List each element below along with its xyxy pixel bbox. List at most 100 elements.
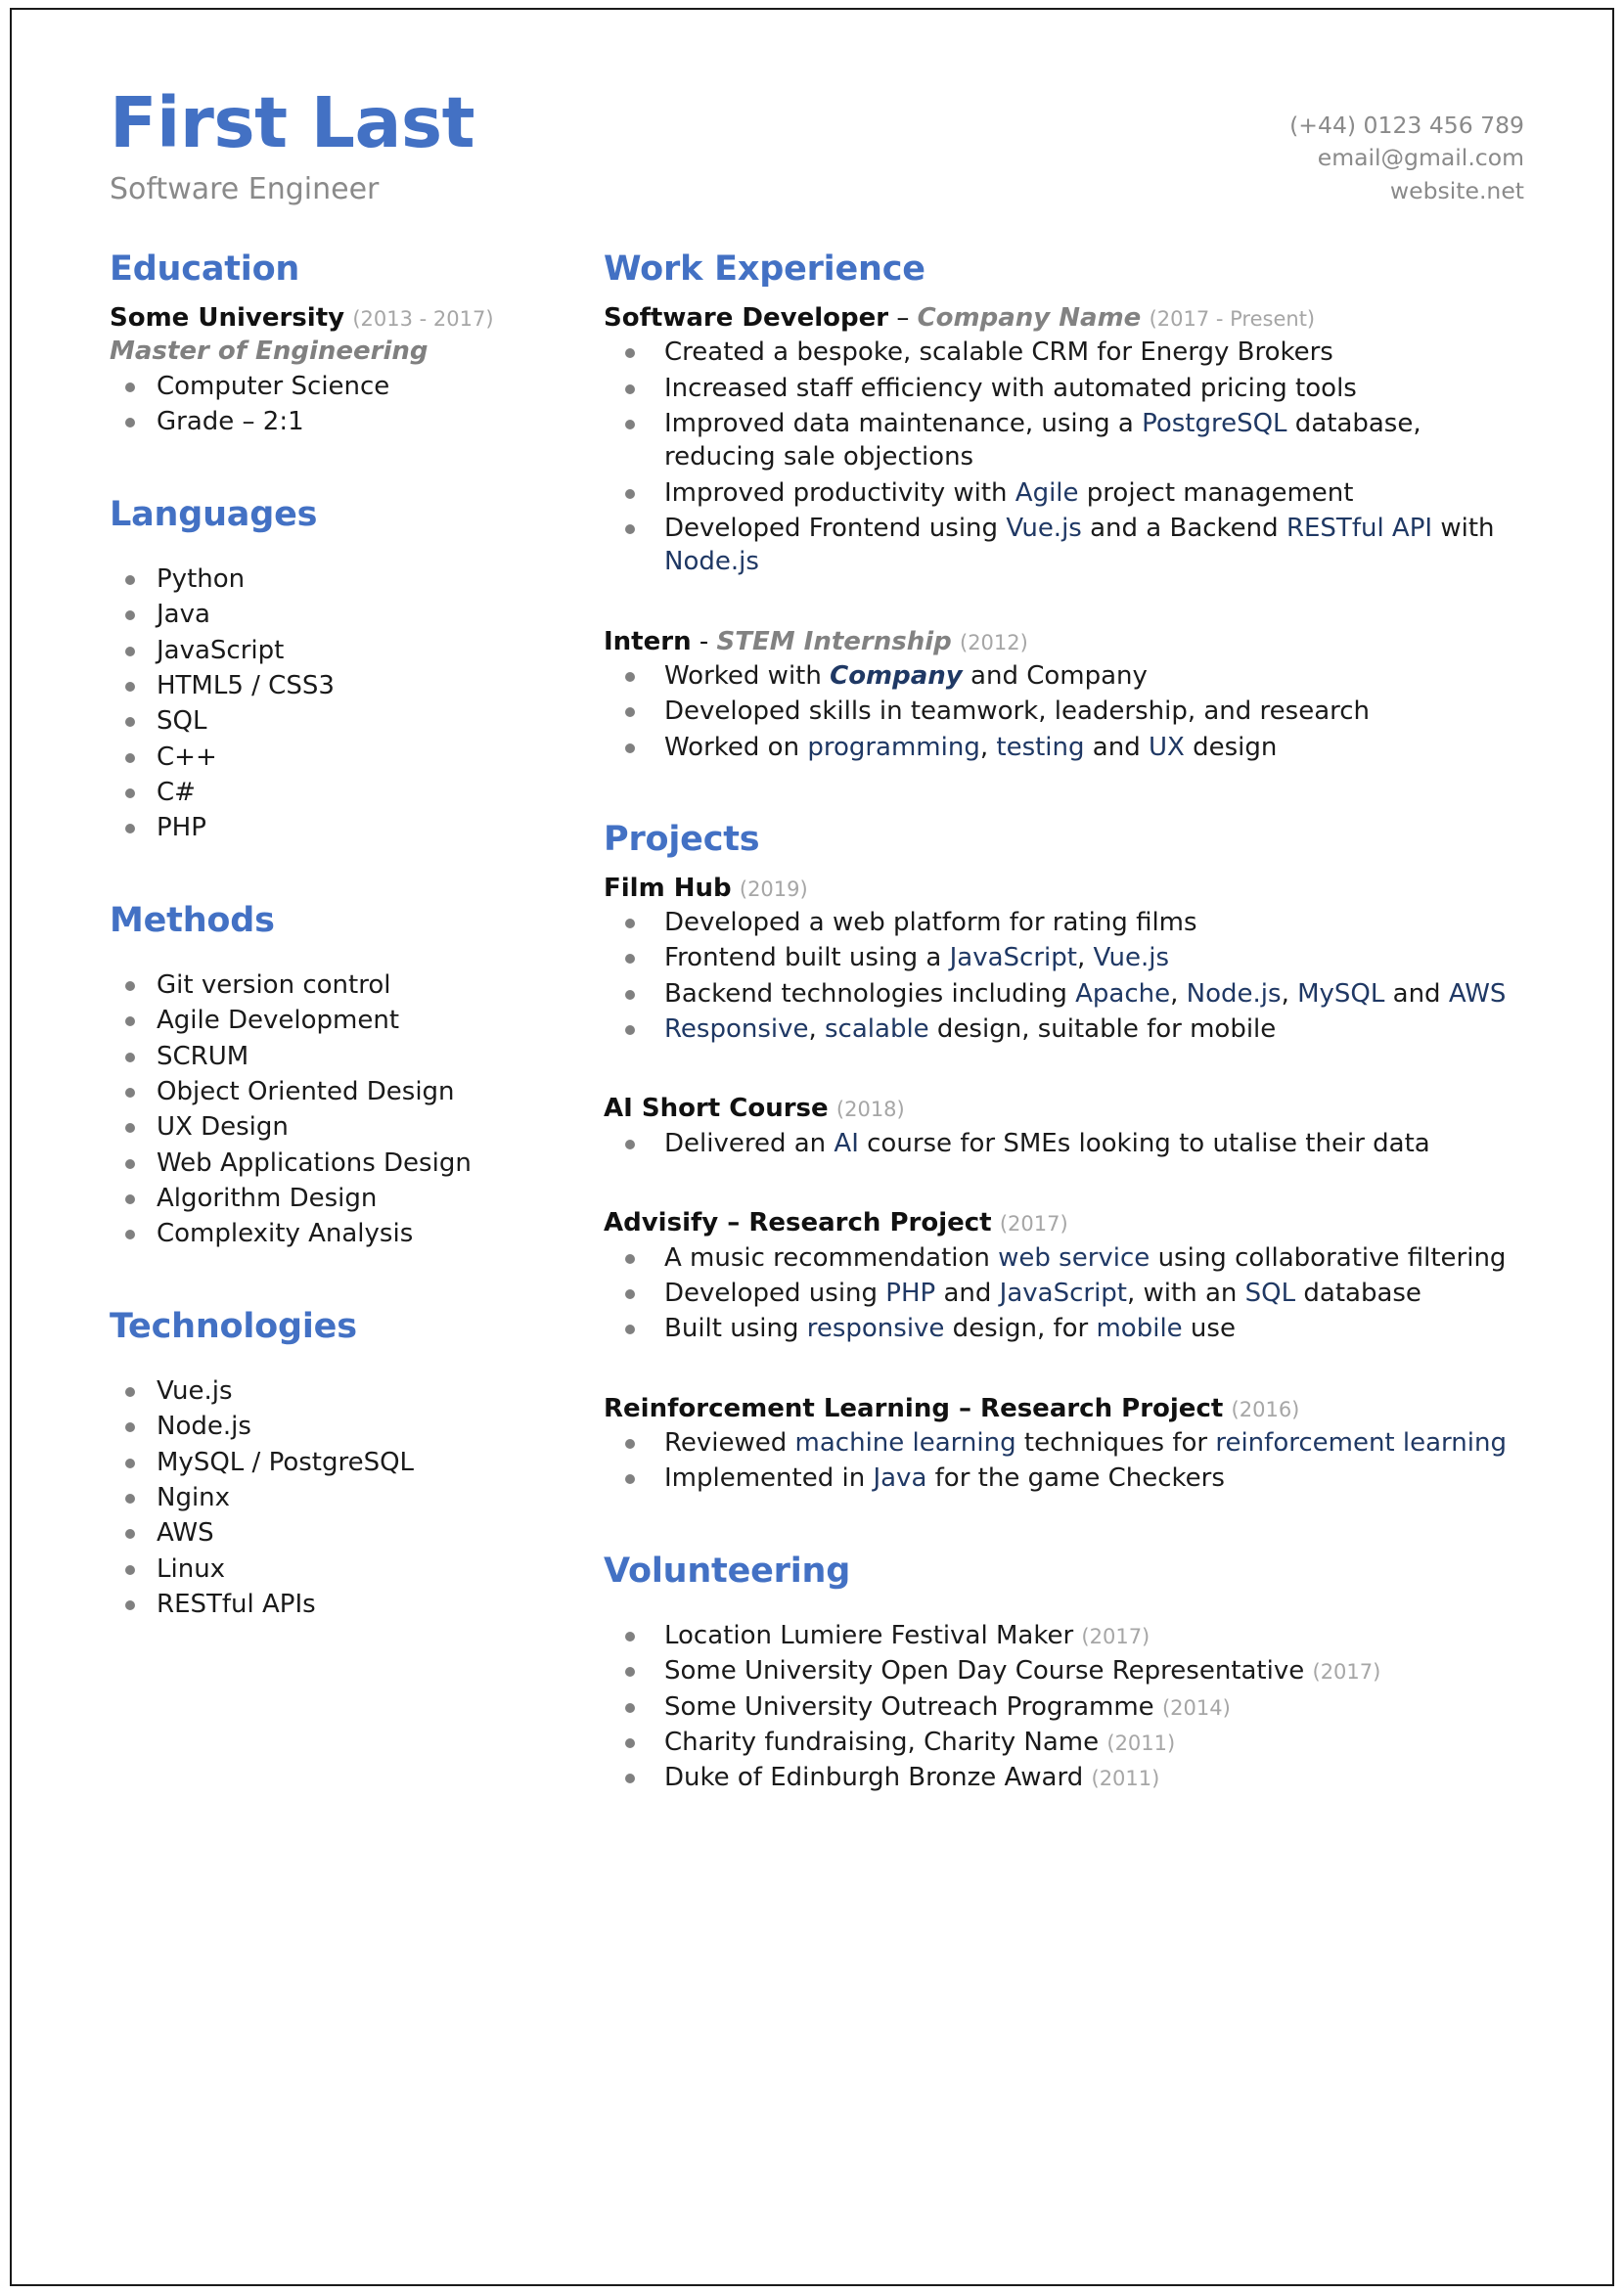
project-years: (2016) bbox=[1231, 1397, 1300, 1421]
list-item: C++ bbox=[110, 741, 569, 774]
volunteering-text: Some University Outreach Programme bbox=[664, 1691, 1154, 1722]
project-entry-ai-short-course: AI Short Course (2018) Delivered an AI c… bbox=[604, 1093, 1524, 1160]
work-entry-intern: Intern - STEM Internship (2012) Worked w… bbox=[604, 626, 1524, 764]
list-item: Responsive, scalable design, suitable fo… bbox=[604, 1012, 1524, 1046]
section-heading-work-experience: Work Experience bbox=[604, 249, 925, 290]
list-item: Python bbox=[110, 562, 569, 596]
list-item: Some University Outreach Programme (2014… bbox=[604, 1690, 1524, 1724]
volunteering-year: (2014) bbox=[1161, 1695, 1231, 1720]
list-item: Node.js bbox=[110, 1410, 569, 1443]
volunteering-year: (2017) bbox=[1312, 1660, 1381, 1685]
work-role: Intern bbox=[604, 626, 692, 656]
project-name: Reinforcement Learning – Research Projec… bbox=[604, 1393, 1224, 1423]
project-bullets-film-hub: Developed a web platform for rating film… bbox=[604, 906, 1524, 1046]
section-heading-volunteering: Volunteering bbox=[604, 1551, 851, 1591]
name-block: First Last Software Engineer bbox=[110, 82, 475, 207]
work-years: (2017 - Present) bbox=[1149, 306, 1316, 331]
project-entry-heading: Reinforcement Learning – Research Projec… bbox=[604, 1393, 1524, 1425]
list-item: Git version control bbox=[110, 968, 569, 1002]
list-item: PHP bbox=[110, 811, 569, 844]
project-years: (2018) bbox=[835, 1098, 905, 1122]
work-company: STEM Internship bbox=[716, 626, 952, 656]
list-item: Created a bespoke, scalable CRM for Ener… bbox=[604, 336, 1524, 369]
list-item: SQL bbox=[110, 704, 569, 738]
list-item: Nginx bbox=[110, 1481, 569, 1514]
list-item: Increased staff efficiency with automate… bbox=[604, 372, 1524, 405]
section-heading-languages: Languages bbox=[110, 494, 318, 534]
list-item: Charity fundraising, Charity Name (2011) bbox=[604, 1726, 1524, 1759]
work-bullets-software-developer: Created a bespoke, scalable CRM for Ener… bbox=[604, 336, 1524, 578]
list-item: RESTful APIs bbox=[110, 1588, 569, 1621]
list-item: Grade – 2:1 bbox=[110, 405, 569, 438]
volunteering-year: (2011) bbox=[1091, 1767, 1160, 1791]
resume-sheet: First Last Software Engineer (+44) 0123 … bbox=[12, 12, 1612, 2282]
list-item: A music recommendation web service using… bbox=[604, 1241, 1524, 1275]
volunteering-list: Location Lumiere Festival Maker (2017) S… bbox=[604, 1619, 1524, 1795]
list-item: Some University Open Day Course Represen… bbox=[604, 1654, 1524, 1687]
contact-block: (+44) 0123 456 789 email@gmail.com websi… bbox=[1289, 88, 1524, 207]
contact-phone[interactable]: (+44) 0123 456 789 bbox=[1289, 110, 1524, 142]
list-item: Agile Development bbox=[110, 1004, 569, 1037]
project-bullets-reinforcement-learning: Reviewed machine learning techniques for… bbox=[604, 1426, 1524, 1496]
languages-list: Python Java JavaScript HTML5 / CSS3 SQL … bbox=[110, 562, 569, 845]
list-item: Improved data maintenance, using a Postg… bbox=[604, 407, 1524, 474]
list-item: Location Lumiere Festival Maker (2017) bbox=[604, 1619, 1524, 1652]
work-role: Software Developer bbox=[604, 302, 889, 333]
list-item: HTML5 / CSS3 bbox=[110, 669, 569, 702]
list-item: Vue.js bbox=[110, 1374, 569, 1408]
section-heading-methods: Methods bbox=[110, 900, 275, 940]
list-item: Complexity Analysis bbox=[110, 1217, 569, 1250]
list-item: Worked on programming, testing and UX de… bbox=[604, 731, 1524, 764]
list-item: SCRUM bbox=[110, 1040, 569, 1073]
methods-list: Git version control Agile Development SC… bbox=[110, 968, 569, 1251]
volunteering-text: Duke of Edinburgh Bronze Award bbox=[664, 1763, 1084, 1793]
list-item: Developed using PHP and JavaScript, with… bbox=[604, 1277, 1524, 1310]
technologies-list: Vue.js Node.js MySQL / PostgreSQL Nginx … bbox=[110, 1374, 569, 1621]
list-item: Duke of Edinburgh Bronze Award (2011) bbox=[604, 1761, 1524, 1794]
project-years: (2017) bbox=[999, 1212, 1068, 1237]
list-item: Frontend built using a JavaScript, Vue.j… bbox=[604, 941, 1524, 974]
contact-website[interactable]: website.net bbox=[1289, 175, 1524, 207]
work-years: (2012) bbox=[960, 630, 1028, 654]
list-item: Reviewed machine learning techniques for… bbox=[604, 1426, 1524, 1460]
work-entry-software-developer: Software Developer – Company Name (2017 … bbox=[604, 302, 1524, 579]
list-item: Implemented in Java for the game Checker… bbox=[604, 1462, 1524, 1495]
list-item: JavaScript bbox=[110, 634, 569, 667]
list-item: UX Design bbox=[110, 1110, 569, 1144]
project-name: AI Short Course bbox=[604, 1094, 829, 1124]
project-entry-heading: AI Short Course (2018) bbox=[604, 1093, 1524, 1125]
list-item: AWS bbox=[110, 1516, 569, 1550]
work-separator: - bbox=[699, 626, 709, 656]
list-item: Web Applications Design bbox=[110, 1147, 569, 1180]
education-years: (2013 - 2017) bbox=[352, 306, 494, 331]
project-years: (2019) bbox=[739, 877, 808, 901]
list-item: Developed skills in teamwork, leadership… bbox=[604, 695, 1524, 728]
list-item: Object Oriented Design bbox=[110, 1075, 569, 1108]
list-item: C# bbox=[110, 776, 569, 809]
resume-page: First Last Software Engineer (+44) 0123 … bbox=[0, 0, 1624, 2294]
volunteering-text: Some University Open Day Course Represen… bbox=[664, 1656, 1305, 1687]
project-entry-advisify: Advisify – Research Project (2017) A mus… bbox=[604, 1207, 1524, 1345]
list-item: Developed Frontend using Vue.js and a Ba… bbox=[604, 512, 1524, 579]
contact-email[interactable]: email@gmail.com bbox=[1289, 142, 1524, 174]
list-item: Delivered an AI course for SMEs looking … bbox=[604, 1127, 1524, 1160]
candidate-name: First Last bbox=[110, 82, 475, 163]
volunteering-text: Charity fundraising, Charity Name bbox=[664, 1728, 1100, 1758]
work-bullets-intern: Worked with Company and Company Develope… bbox=[604, 659, 1524, 764]
work-company: Company Name bbox=[917, 302, 1142, 333]
education-degree: Master of Engineering bbox=[110, 337, 429, 367]
list-item: Backend technologies including Apache, N… bbox=[604, 977, 1524, 1011]
list-item: Algorithm Design bbox=[110, 1182, 569, 1215]
volunteering-text: Location Lumiere Festival Maker bbox=[664, 1621, 1074, 1651]
volunteering-year: (2011) bbox=[1106, 1732, 1176, 1756]
list-item: Linux bbox=[110, 1552, 569, 1586]
list-item: Worked with Company and Company bbox=[604, 659, 1524, 693]
